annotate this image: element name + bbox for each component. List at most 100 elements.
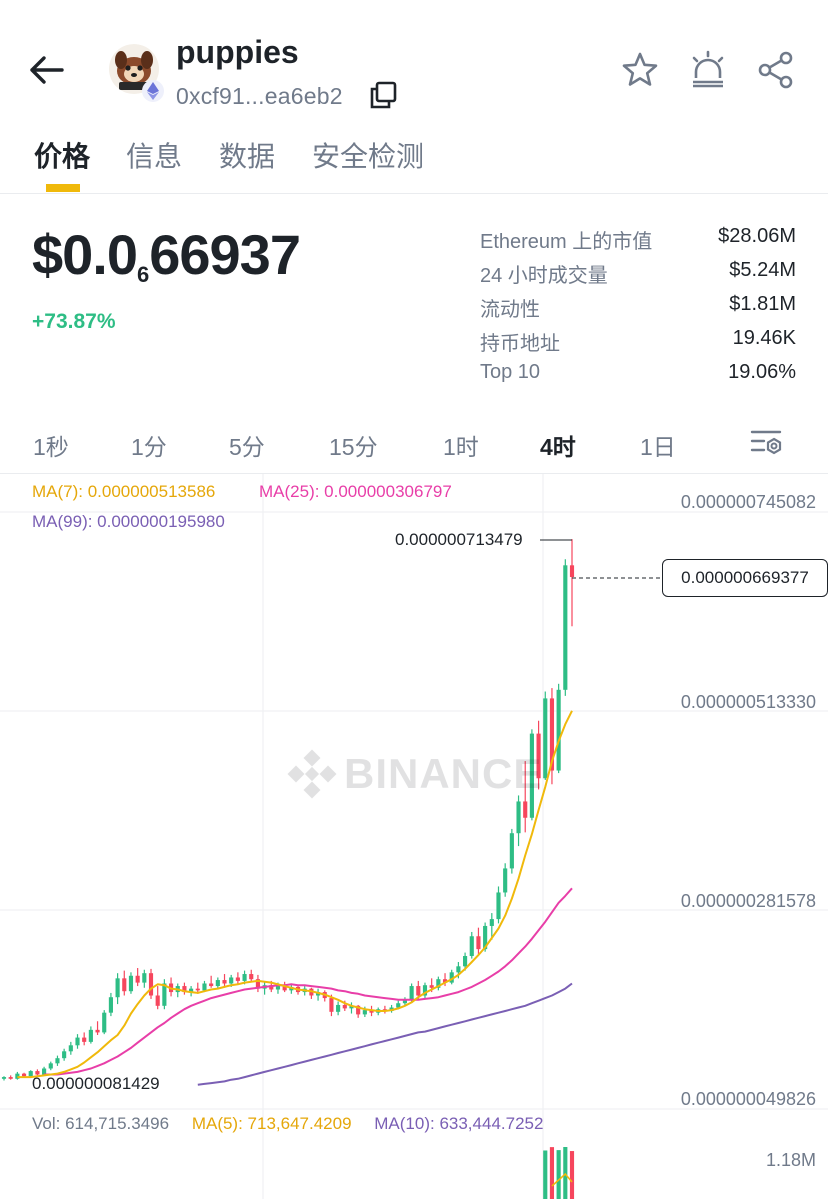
candle-down	[195, 988, 200, 991]
volume-bar	[549, 1147, 555, 1199]
candle-down	[95, 1029, 100, 1033]
chart-settings-icon[interactable]	[750, 428, 784, 458]
stat-label: Ethereum 上的市值	[480, 231, 653, 253]
candle-up	[362, 1010, 367, 1015]
y-axis-tick: 0.000000513330	[680, 692, 816, 712]
interval-1h[interactable]: 1时	[443, 428, 479, 462]
y-axis-tick: 0.000000049826	[680, 1089, 816, 1109]
price-chart[interactable]: MA(7): 0.000000513586 MA(25): 0.00000030…	[0, 474, 828, 1199]
share-icon[interactable]	[756, 50, 796, 90]
volume-legend: Vol: 614,715.3496 MA(5): 713,647.4209 MA…	[32, 1114, 543, 1134]
volume-ma5: MA(5): 713,647.4209	[191, 1114, 352, 1133]
stat-top10: Top 10 19.06%	[480, 358, 796, 392]
current-price-tag[interactable]: 0.000000669377	[662, 559, 828, 597]
candle-down	[523, 801, 528, 818]
copy-icon[interactable]	[368, 80, 398, 110]
ma7-legend: MA(7): 0.000000513586	[32, 482, 216, 501]
candle-down	[209, 983, 214, 987]
market-stats: Ethereum 上的市值 $28.06M 24 小时成交量 $5.24M 流动性 $…	[480, 222, 796, 392]
stat-value: $28.06M	[718, 225, 796, 247]
ma99-legend: MA(99): 0.000000195980	[32, 512, 225, 531]
stat-value: $1.81M	[729, 293, 796, 315]
stat-volume: 24 小时成交量 $5.24M	[480, 256, 796, 290]
binance-watermark: BINANCE	[286, 748, 542, 800]
candle-up	[88, 1029, 93, 1042]
candle-down	[235, 977, 240, 981]
candle-up	[128, 975, 134, 992]
interval-1s[interactable]: 1秒	[33, 428, 69, 462]
candle-up	[242, 974, 247, 981]
candle-down	[222, 980, 227, 984]
volume-ma10: MA(10): 633,444.7252	[374, 1114, 544, 1133]
volume-bar	[569, 1151, 575, 1199]
y-axis-tick: 0.000000281578	[680, 891, 816, 911]
price-digits: 66937	[149, 223, 301, 286]
candle-up	[48, 1063, 53, 1069]
candle-down	[329, 998, 334, 1012]
candle-down	[569, 565, 575, 578]
price-prefix: $0.0	[32, 223, 138, 286]
ma25-legend: MA(25): 0.000000306797	[259, 482, 452, 501]
tab-security[interactable]: 安全检测	[312, 135, 424, 175]
candle-up	[215, 980, 220, 987]
star-icon[interactable]	[620, 50, 660, 90]
candle-up	[516, 801, 521, 834]
candle-down	[249, 974, 254, 980]
interval-15m[interactable]: 15分	[329, 428, 378, 462]
candle-up	[75, 1037, 80, 1046]
candle-up	[463, 956, 468, 967]
volume-bar	[543, 1150, 548, 1199]
candle-up	[456, 966, 461, 973]
current-price: $0.0666937	[32, 222, 301, 288]
stat-value: 19.06%	[728, 361, 796, 383]
contract-address: 0xcf91...ea6eb2	[176, 83, 343, 109]
volume-bar	[556, 1150, 561, 1199]
candle-up	[62, 1051, 67, 1059]
interval-1m[interactable]: 1分	[131, 428, 167, 462]
candle-up	[496, 892, 501, 920]
candle-down	[148, 973, 154, 996]
ethereum-icon	[142, 80, 164, 102]
candle-down	[122, 978, 127, 992]
stat-holders: 持币地址 19.46K	[480, 324, 796, 358]
candle-up	[115, 978, 120, 998]
candle-down	[82, 1037, 87, 1042]
candle-up	[229, 977, 234, 984]
tab-info[interactable]: 信息	[126, 135, 182, 175]
volume-axis-tick: 1.18M	[765, 1150, 816, 1170]
candle-down	[155, 995, 160, 1006]
candle-up	[55, 1058, 60, 1064]
y-axis-tick: 0.000000745082	[680, 492, 816, 512]
price-zero-count: 6	[137, 262, 150, 287]
candle-up	[275, 986, 281, 990]
tab-price[interactable]: 价格	[34, 135, 90, 175]
candle-up	[336, 1004, 341, 1012]
candle-up	[68, 1045, 73, 1052]
candle-down	[342, 1004, 347, 1009]
price-alert-icon[interactable]	[688, 50, 728, 90]
candle-down	[21, 1073, 27, 1077]
candle-up	[202, 983, 207, 991]
interval-selector: 1秒 1分 5分 15分 1时 4时 1日	[0, 412, 828, 474]
candle-up	[489, 919, 494, 926]
candle-up	[556, 689, 561, 771]
candle-up	[509, 833, 514, 869]
active-tab-indicator	[46, 184, 80, 192]
high-price-label: 0.000000713479	[395, 530, 523, 549]
candle-down	[135, 975, 140, 983]
stat-value: $5.24M	[729, 259, 796, 281]
candle-down	[429, 985, 434, 988]
stat-label: 24 小时成交量	[480, 265, 608, 287]
candle-up	[102, 1012, 107, 1033]
back-arrow-icon[interactable]	[22, 48, 70, 92]
volume-bars-group	[543, 1147, 575, 1199]
interval-5m[interactable]: 5分	[229, 428, 265, 462]
candle-up	[469, 936, 474, 957]
interval-1d[interactable]: 1日	[640, 428, 676, 462]
low-price-label: 0.000000081429	[32, 1074, 160, 1093]
stat-market-cap: Ethereum 上的市值 $28.06M	[480, 222, 796, 256]
candle-up	[563, 565, 568, 690]
tab-data[interactable]: 数据	[219, 135, 275, 175]
volume-value: Vol: 614,715.3496	[32, 1114, 170, 1133]
interval-4h[interactable]: 4时	[540, 428, 576, 462]
